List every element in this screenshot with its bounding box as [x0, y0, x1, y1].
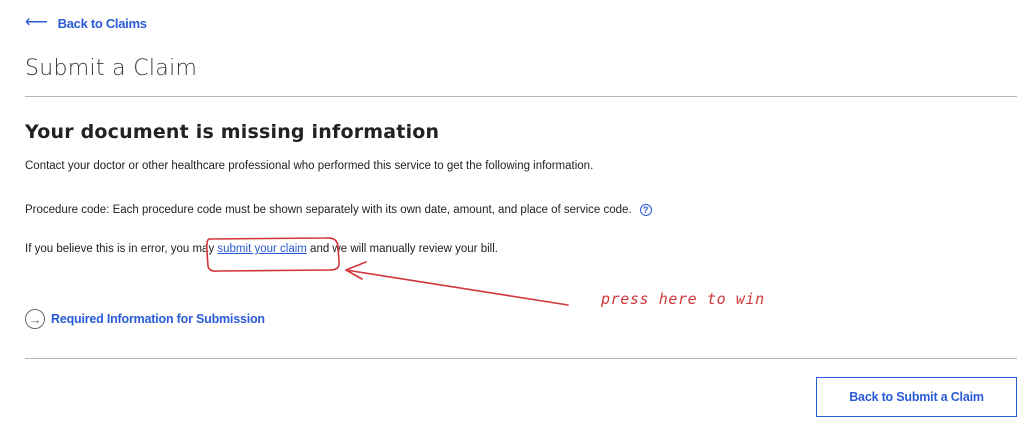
missing-info-heading: Your document is missing information — [25, 121, 440, 143]
question-circle-icon[interactable]: ? — [639, 204, 652, 216]
arrow-right-circle-icon: → — [25, 309, 45, 329]
annotation-text: press here to win — [601, 290, 765, 308]
back-to-claims-link[interactable]: ⟵ Back to Claims — [25, 15, 147, 31]
arrow-left-icon: ⟵ — [25, 14, 48, 31]
page-title: Submit a Claim — [25, 56, 198, 81]
procedure-code-label: Procedure code: Each procedure code must… — [25, 204, 632, 216]
footer-divider — [25, 358, 1017, 359]
back-to-submit-claim-button[interactable]: Back to Submit a Claim — [816, 377, 1017, 417]
annotation-arrow-line — [345, 269, 569, 306]
procedure-code-text: Procedure code: Each procedure code must… — [25, 204, 652, 216]
annotation-arrow-head — [345, 261, 367, 280]
required-info-link[interactable]: → Required Information for Submission — [25, 309, 265, 329]
required-info-label: Required Information for Submission — [51, 312, 265, 326]
error-suffix: and we will manually review your bill. — [306, 243, 498, 255]
back-to-claims-label: Back to Claims — [57, 15, 147, 31]
error-text: If you believe this is in error, you may… — [25, 243, 498, 255]
submit-your-claim-link[interactable]: submit your claim — [217, 243, 306, 255]
error-prefix: If you believe this is in error, you may — [25, 243, 218, 255]
intro-text: Contact your doctor or other healthcare … — [25, 160, 594, 172]
title-divider — [25, 96, 1017, 97]
